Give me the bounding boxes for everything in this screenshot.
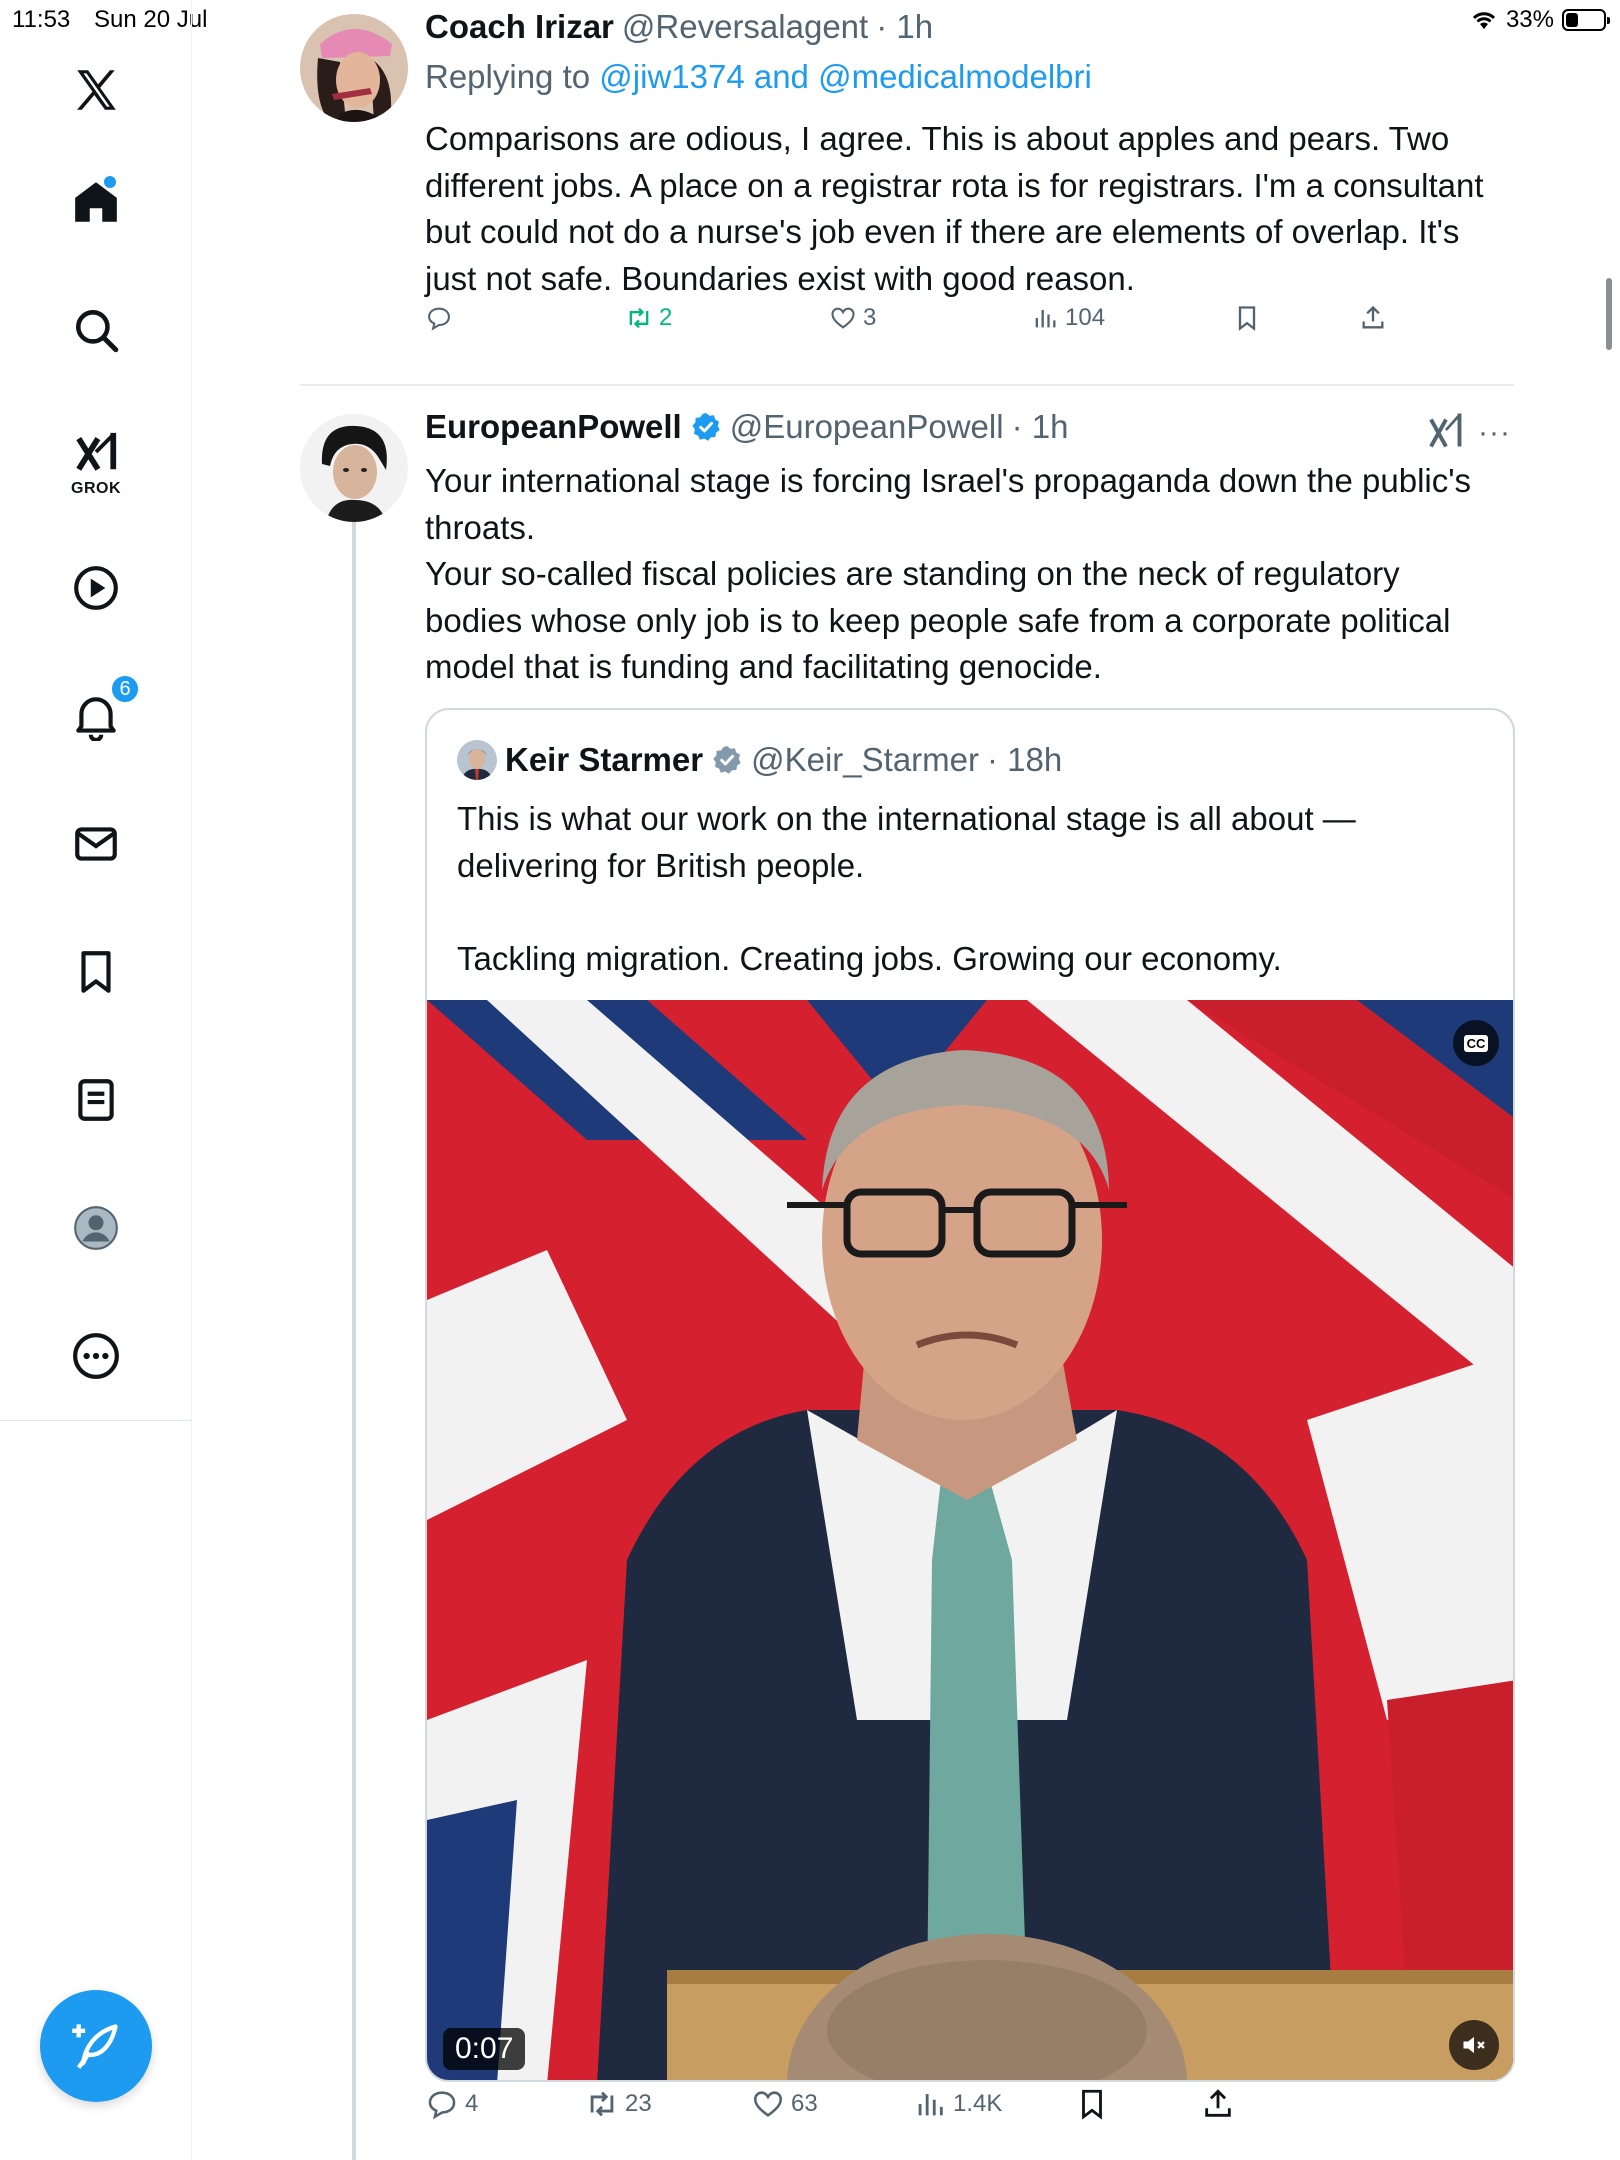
share-icon xyxy=(1205,2089,1231,2117)
status-indicators: 33% xyxy=(1470,6,1610,34)
notification-badge: 6 xyxy=(110,674,140,704)
retweet-icon xyxy=(590,2091,614,2117)
like-button[interactable]: 3 xyxy=(829,304,876,332)
share-button[interactable] xyxy=(1359,304,1387,332)
battery-icon xyxy=(1562,9,1610,31)
bookmark-button[interactable] xyxy=(1075,2087,1109,2121)
more-icon[interactable] xyxy=(64,1324,128,1388)
reply-icon xyxy=(428,307,450,331)
wifi-icon xyxy=(1472,12,1496,29)
compose-button[interactable] xyxy=(40,1990,152,2102)
views-count: 104 xyxy=(1065,304,1106,331)
heart-icon xyxy=(753,2091,783,2117)
grok-explain-icon[interactable] xyxy=(1428,410,1464,450)
replying-users-link[interactable]: @jiw1374 and @medicalmodelbri xyxy=(599,58,1092,95)
verified-badge-icon xyxy=(692,413,720,441)
like-count: 63 xyxy=(791,2090,818,2117)
quote-paragraph-blank xyxy=(457,889,1487,936)
video-timer: 0:07 xyxy=(443,2028,526,2070)
retweet-count: 23 xyxy=(625,2090,652,2117)
tweet2-avatar[interactable] xyxy=(300,414,408,522)
search-icon[interactable] xyxy=(64,298,128,362)
sidebar-divider xyxy=(0,1420,192,1421)
bookmark-icon xyxy=(1082,2089,1102,2120)
retweet-count: 2 xyxy=(659,304,673,331)
reply-button[interactable]: 4 xyxy=(425,2087,478,2121)
tweet2-author-name[interactable]: EuropeanPowell xyxy=(425,408,682,446)
quote-author-name[interactable]: Keir Starmer xyxy=(505,741,703,779)
compose-icon xyxy=(72,2024,118,2069)
share-icon xyxy=(1362,305,1384,329)
bell-icon[interactable]: 6 xyxy=(64,674,140,748)
tweet1-time[interactable]: · 1h xyxy=(876,8,933,46)
tweet2-paragraph: Your so-called fiscal policies are stand… xyxy=(425,555,1451,685)
verified-gray-badge-icon xyxy=(713,746,741,774)
tweet1-text: Comparisons are odious, I agree. This is… xyxy=(425,120,1484,297)
tweet2-paragraph: Your international stage is forcing Isra… xyxy=(425,462,1472,546)
quote-avatar[interactable] xyxy=(457,740,497,780)
more-options-button[interactable]: ··· xyxy=(1478,416,1511,450)
sidebar: GROK 6 xyxy=(0,0,192,2160)
quote-handle[interactable]: @Keir_Starmer xyxy=(751,741,979,779)
play-icon[interactable] xyxy=(64,556,128,620)
quoted-tweet[interactable]: Keir Starmer @Keir_Starmer · 18h This is… xyxy=(425,708,1515,2082)
scrollbar[interactable] xyxy=(1606,278,1612,350)
views-button[interactable]: 1.4K xyxy=(913,2087,1002,2121)
views-button[interactable]: 104 xyxy=(1031,304,1105,332)
replying-prefix: Replying to xyxy=(425,58,591,95)
battery-percent: 33% xyxy=(1505,6,1554,33)
like-button[interactable]: 63 xyxy=(751,2087,818,2121)
tweet1-header: Coach Irizar @Reversalagent · 1h xyxy=(425,8,933,46)
retweet-icon xyxy=(629,307,649,329)
tweet-divider xyxy=(300,384,1514,386)
tweet2-text: Your international stage is forcing Isra… xyxy=(425,458,1505,691)
list-icon[interactable] xyxy=(64,1068,128,1132)
views-icon xyxy=(918,2094,943,2116)
captions-button[interactable]: CC xyxy=(1453,1020,1499,1066)
bookmark-icon[interactable] xyxy=(64,940,128,1004)
home-notification-dot xyxy=(104,176,116,188)
quote-header: Keir Starmer @Keir_Starmer · 18h xyxy=(457,740,1062,780)
retweet-button[interactable]: 2 xyxy=(625,304,672,332)
mail-icon[interactable] xyxy=(64,812,128,876)
grok-icon[interactable]: GROK xyxy=(64,420,128,497)
tweet1-author-name[interactable]: Coach Irizar xyxy=(425,8,614,46)
x-logo-icon[interactable] xyxy=(64,58,128,122)
reply-button[interactable] xyxy=(425,304,459,332)
quote-paragraph: Tackling migration. Creating jobs. Growi… xyxy=(457,939,1282,977)
speaker-muted-icon xyxy=(1463,2036,1485,2054)
battery-fill xyxy=(1566,13,1578,27)
heart-icon xyxy=(831,307,855,329)
home-icon[interactable] xyxy=(64,170,128,234)
quote-text: This is what our work on the internation… xyxy=(457,796,1487,982)
tweet1-handle[interactable]: @Reversalagent xyxy=(622,8,868,46)
quote-paragraph: This is what our work on the internation… xyxy=(457,800,1356,884)
reply-icon xyxy=(428,2091,456,2120)
tweet1-avatar[interactable] xyxy=(300,14,408,122)
video-frame xyxy=(427,1000,1513,2080)
avatar-icon[interactable] xyxy=(64,1196,128,1260)
tweet2-header: EuropeanPowell @EuropeanPowell · 1h xyxy=(425,408,1068,446)
tweet2-handle[interactable]: @EuropeanPowell xyxy=(730,408,1004,446)
bookmark-icon xyxy=(1238,306,1256,331)
video-player[interactable]: CC 0:07 xyxy=(427,1000,1513,2080)
tweet1-replying-to: Replying to @jiw1374 and @medicalmodelbr… xyxy=(425,58,1092,96)
views-icon xyxy=(1035,309,1056,328)
bookmark-button[interactable] xyxy=(1233,304,1261,332)
grok-label: GROK xyxy=(71,480,121,497)
retweet-button[interactable]: 23 xyxy=(585,2087,652,2121)
reply-count: 4 xyxy=(465,2090,479,2117)
mute-button[interactable] xyxy=(1449,2020,1499,2070)
thread-line xyxy=(352,520,356,2160)
tweet2-time[interactable]: · 1h xyxy=(1012,408,1069,446)
views-count: 1.4K xyxy=(953,2090,1003,2117)
share-button[interactable] xyxy=(1201,2087,1235,2121)
like-count: 3 xyxy=(863,304,877,331)
cc-label: CC xyxy=(1463,1034,1489,1052)
quote-time[interactable]: · 18h xyxy=(987,741,1062,779)
